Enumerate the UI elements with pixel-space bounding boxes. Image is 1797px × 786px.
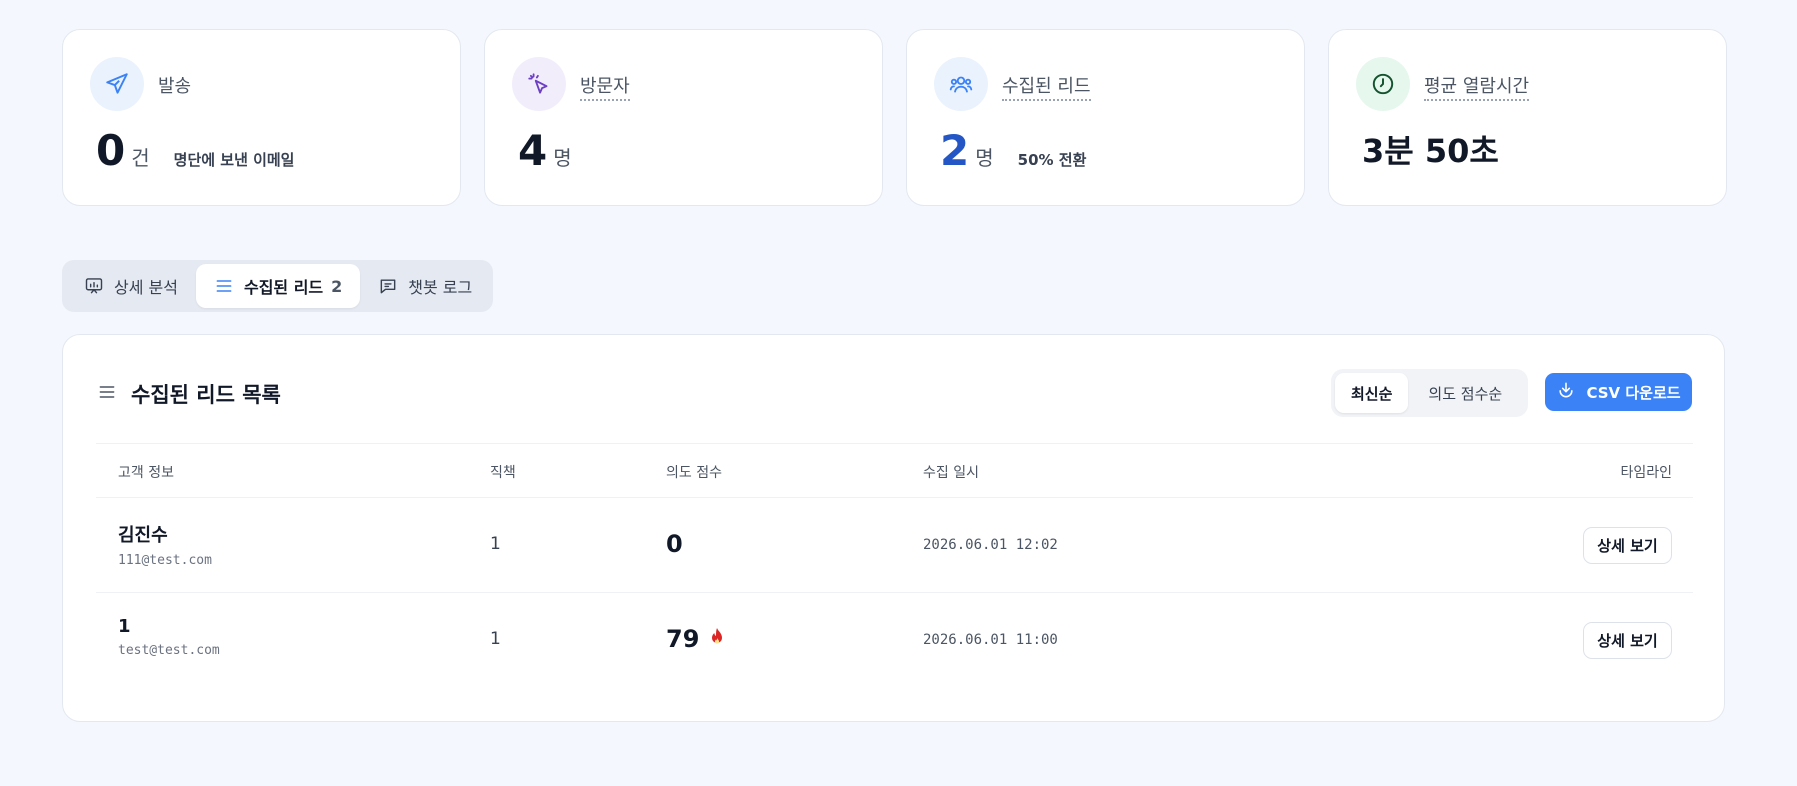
column-header: 직책 [490,465,516,481]
table-row[interactable]: 1 test@test.com 1 79 2026.06.01 11:00 상세… [96,593,1693,688]
stat-card-sent: 발송 0 건 명단에 보낸 이메일 [62,29,461,206]
view-details-button[interactable]: 상세 보기 [1583,527,1672,564]
tab-analytics[interactable]: 상세 분석 [66,264,196,308]
table-header: 고객 정보 직책 의도 점수 수집 일시 타임라인 [96,443,1693,498]
csv-download-button[interactable]: CSV 다운로드 [1545,373,1692,411]
download-icon [1556,380,1576,404]
stat-subtext: 명단에 보낸 이메일 [173,151,295,169]
lead-name: 김진수 [118,525,168,546]
send-icon [90,57,144,111]
list-icon [97,382,117,407]
stat-value: 3분 50초 [1362,132,1499,170]
collected-at: 2026.06.01 12:02 [923,537,1058,553]
stat-unit: 명 [553,146,572,170]
flame-icon [709,625,725,653]
intent-score-value: 0 [666,530,683,558]
tab-leads[interactable]: 수집된 리드 2 [195,264,361,308]
view-details-button[interactable]: 상세 보기 [1583,622,1672,659]
chat-icon [378,276,398,296]
stat-card-avg-time: 평균 열람시간 3분 50초 [1328,29,1727,206]
tab-bar: 상세 분석 수집된 리드 2 챗봇 로그 [62,260,493,312]
column-header: 고객 정보 [118,465,174,481]
tab-chatbot-log[interactable]: 챗봇 로그 [360,264,490,308]
panel-header: 수집된 리드 목록 [97,379,281,409]
lead-email: test@test.com [118,643,220,658]
users-icon [934,57,988,111]
click-icon [512,57,566,111]
lead-email: 111@test.com [118,553,212,568]
intent-score-value: 79 [666,625,700,653]
column-header: 수집 일시 [923,465,979,481]
stat-card-leads: 수집된 리드 2 명 50% 전환 [906,29,1305,206]
stats-row: 발송 0 건 명단에 보낸 이메일 방문자 4 명 수집된 리드 2 명 50%… [62,29,1727,206]
sort-toggle: 최신순 의도 점수순 [1331,369,1528,417]
stat-value: 4 [518,126,548,175]
stat-label: 평균 열람시간 [1424,72,1530,101]
lead-role: 1 [490,629,501,649]
stat-value: 2 [940,126,970,175]
clock-icon [1356,57,1410,111]
table-row[interactable]: 김진수 111@test.com 1 0 2026.06.01 12:02 상세… [96,498,1693,593]
panel-title: 수집된 리드 목록 [131,383,281,407]
tab-label: 수집된 리드 [243,278,324,297]
stat-card-visitors: 방문자 4 명 [484,29,883,206]
customer-info: 1 test@test.com [118,616,220,658]
column-header: 타임라인 [1620,465,1672,481]
stat-label: 발송 [158,76,192,97]
sort-intent-score-button[interactable]: 의도 점수순 [1412,373,1518,413]
lead-role: 1 [490,534,501,554]
sort-latest-button[interactable]: 최신순 [1335,373,1409,413]
column-header: 의도 점수 [666,465,722,481]
leads-panel: 수집된 리드 목록 최신순 의도 점수순 CSV 다운로드 고객 정보 직책 의… [62,334,1725,722]
tab-label: 챗봇 로그 [408,278,473,297]
tab-count-badge: 2 [331,276,343,296]
stat-value: 0 [96,126,126,175]
conversion-rate: 50% 전환 [1017,151,1087,169]
intent-score: 0 [666,530,683,558]
csv-download-label: CSV 다운로드 [1586,383,1681,402]
stat-label: 방문자 [580,72,630,101]
collected-at: 2026.06.01 11:00 [923,632,1058,648]
chart-icon [84,276,104,296]
intent-score: 79 [666,625,725,653]
stat-unit: 명 [975,146,994,170]
leads-table: 고객 정보 직책 의도 점수 수집 일시 타임라인 김진수 111@test.c… [96,443,1693,688]
customer-info: 김진수 111@test.com [118,521,212,568]
stat-unit: 건 [131,146,150,170]
lead-name: 1 [118,616,131,637]
stat-label: 수집된 리드 [1002,72,1091,101]
tab-label: 상세 분석 [114,278,178,297]
list-icon [214,276,234,296]
